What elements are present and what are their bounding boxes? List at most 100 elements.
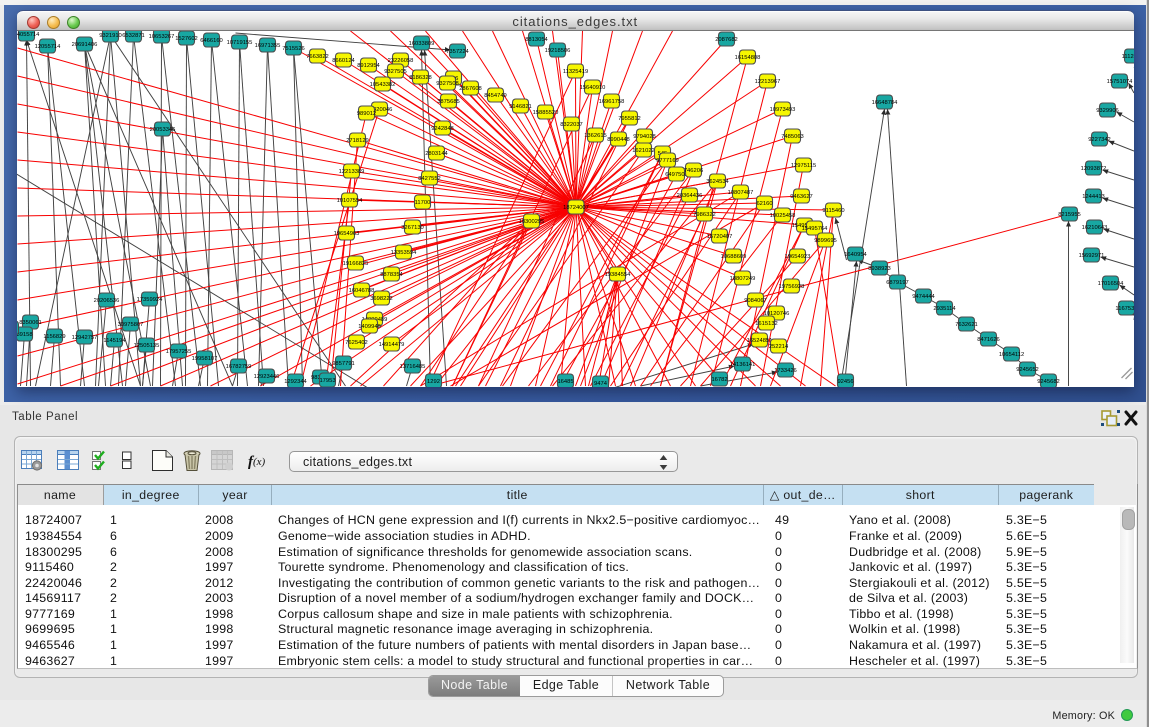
svg-text:7663822: 7663822 [306,54,329,60]
svg-text:19654963: 19654963 [333,231,359,237]
svg-text:8454749: 8454749 [484,93,507,99]
svg-text:7632621: 7632621 [955,322,978,328]
svg-text:8990448: 8990448 [607,137,630,143]
svg-text:9857791: 9857791 [332,361,355,367]
svg-text:14055714: 14055714 [17,32,40,38]
svg-text:1362615: 1362615 [584,133,607,139]
svg-text:2803144: 2803144 [425,151,448,157]
svg-text:7485063: 7485063 [781,134,804,140]
svg-text:8938923: 8938923 [868,266,891,272]
svg-text:9463627: 9463627 [790,194,813,200]
svg-text:12055714: 12055714 [34,44,61,50]
svg-text:9777169: 9777169 [656,158,679,164]
svg-text:18807249: 18807249 [729,276,755,282]
svg-text:17953: 17953 [319,378,335,384]
svg-text:9474: 9474 [594,381,608,387]
svg-text:20691406: 20691406 [71,42,97,48]
svg-text:13353594: 13353594 [390,250,417,256]
svg-text:15885520: 15885520 [532,110,558,116]
svg-text:8471626: 8471626 [977,337,1000,343]
svg-text:6466160: 6466160 [200,38,223,44]
svg-text:9227342: 9227342 [1088,137,1111,143]
svg-text:3698222: 3698222 [370,296,393,302]
svg-text:10025458: 10025458 [769,213,795,219]
svg-text:7357224: 7357224 [446,49,469,55]
svg-text:16971355: 16971355 [254,43,280,49]
svg-text:12213967: 12213967 [754,79,780,85]
svg-text:6879197: 6879197 [886,280,909,286]
svg-text:8912954: 8912954 [357,63,380,69]
svg-text:3267130: 3267130 [401,225,424,231]
svg-text:7515526: 7515526 [282,46,305,52]
svg-text:9084067: 9084067 [744,298,767,304]
svg-text:(x): (x) [253,456,266,468]
svg-text:19654923: 19654923 [784,254,810,260]
svg-text:20364436: 20364436 [676,193,702,199]
svg-text:10719155: 10719155 [226,40,252,46]
svg-text:18724007: 18724007 [563,205,589,211]
svg-text:3624534: 3624534 [706,179,729,185]
svg-text:10107554: 10107554 [336,198,363,204]
svg-text:8813054: 8813054 [525,37,548,43]
svg-text:14136141: 14136141 [729,362,755,368]
svg-text:8878354: 8878354 [380,272,403,278]
svg-text:15495764: 15495764 [801,226,828,232]
svg-text:9146821: 9146821 [509,104,532,110]
svg-text:20206536: 20206536 [93,298,119,304]
svg-text:252214: 252214 [768,344,788,350]
svg-text:17957255: 17957255 [165,349,191,355]
svg-text:12942757: 12942757 [71,335,97,341]
svg-text:92456: 92456 [837,379,853,385]
svg-text:1409948: 1409948 [358,324,381,330]
svg-text:15751074: 15751074 [1106,79,1133,85]
svg-text:9899695: 9899695 [814,238,837,244]
svg-text:6532871: 6532871 [122,33,145,39]
svg-text:9321910: 9321910 [99,33,122,39]
svg-text:19384554: 19384554 [604,272,631,278]
svg-text:9242848: 9242848 [431,126,454,132]
svg-text:15640910: 15640910 [579,85,605,91]
svg-text:9245682: 9245682 [1037,379,1060,385]
svg-text:16782: 16782 [711,377,727,383]
svg-text:23226058: 23226058 [387,58,413,64]
svg-text:15692971: 15692971 [1078,253,1104,259]
svg-text:12213389: 12213389 [338,169,364,175]
svg-text:7986322: 7986322 [693,212,716,218]
svg-text:1292344: 1292344 [284,379,307,385]
svg-text:19166825: 19166825 [342,261,368,267]
svg-text:9794028: 9794028 [633,134,656,140]
svg-text:9474444: 9474444 [912,294,935,300]
svg-text:1640954: 1640954 [844,252,867,258]
svg-text:3875685: 3875685 [437,99,460,105]
svg-text:2867608: 2867608 [459,86,482,92]
svg-text:12923446: 12923446 [253,374,279,380]
svg-text:9327505: 9327505 [384,69,407,75]
svg-text:9115460: 9115460 [822,208,844,214]
svg-text:2935114: 2935114 [933,306,956,312]
svg-text:9245652: 9245652 [1016,367,1039,373]
svg-text:19958107: 19958107 [191,356,217,362]
svg-text:16485: 16485 [557,379,573,385]
svg-text:20053346: 20053346 [149,127,175,133]
svg-text:8215955: 8215955 [1058,212,1081,218]
svg-text:16033809: 16033809 [408,41,434,47]
svg-text:10543382: 10543382 [369,82,395,88]
svg-text:14914479: 14914479 [378,342,404,348]
svg-text:2087682: 2087682 [715,37,738,43]
svg-text:1621022: 1621022 [632,148,655,154]
svg-text:11700: 11700 [414,200,430,206]
svg-text:1292: 1292 [427,379,440,385]
svg-text:746206: 746206 [683,168,702,174]
svg-text:62160: 62160 [756,201,772,207]
svg-text:10807487: 10807487 [727,190,753,196]
svg-text:16961758: 16961758 [598,99,624,105]
svg-text:7955812: 7955812 [618,116,641,122]
svg-text:12975115: 12975115 [790,163,815,169]
svg-text:10973493: 10973493 [769,107,795,113]
svg-text:16210643: 16210643 [1081,225,1107,231]
svg-text:19756928: 19756928 [778,284,804,290]
svg-text:2718129: 2718129 [346,138,369,144]
svg-text:12093872: 12093872 [1080,166,1106,172]
svg-text:9327508: 9327508 [436,81,459,87]
svg-text:7625402: 7625402 [345,340,368,346]
